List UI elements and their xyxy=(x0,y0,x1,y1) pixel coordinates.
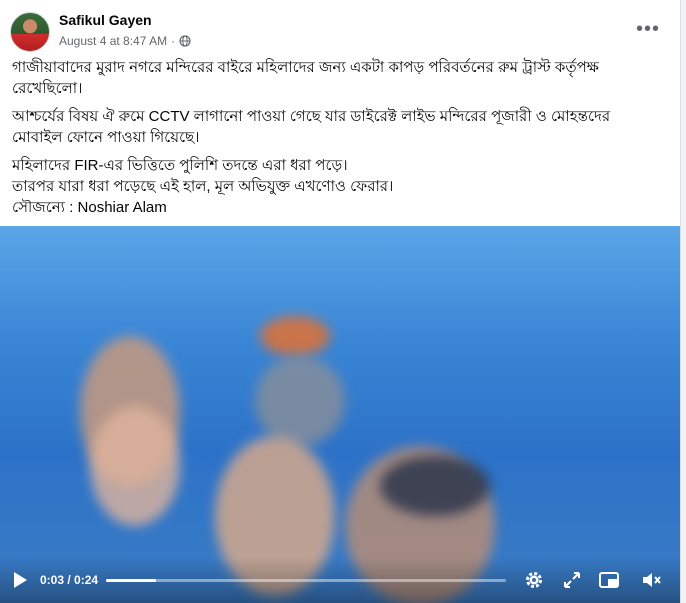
picture-in-picture-icon[interactable] xyxy=(598,569,620,591)
post-header: Safikul Gayen August 4 at 8:47 AM · ••• xyxy=(10,10,670,54)
video-frame-figure xyxy=(255,356,345,446)
paragraph-3-line-3: সৌজন্যে : Noshiar Alam xyxy=(12,199,167,216)
video-frame-figure xyxy=(260,316,330,356)
post-card: Safikul Gayen August 4 at 8:47 AM · ••• … xyxy=(0,0,681,603)
paragraph-3: মহিলাদের FIR-এর ভিত্তিতে পুলিশি তদন্তে এ… xyxy=(12,155,668,218)
video-frame-figure xyxy=(90,406,180,526)
video-time: 0:03 / 0:24 xyxy=(40,573,99,587)
author-name[interactable]: Safikul Gayen xyxy=(59,12,152,28)
mute-icon[interactable] xyxy=(640,569,662,591)
video-progress-fill xyxy=(106,579,156,582)
paragraph-2: আশ্চর্যের বিষয় ঐ রুমে CCTV লাগানো পাওয়… xyxy=(12,106,668,148)
video-player[interactable]: 0:03 / 0:24 xyxy=(0,226,680,603)
paragraph-1-line-2: রেখেছিলো। xyxy=(12,80,83,97)
paragraph-2-line-2: মোবাইল ফোনে পাওয়া গিয়েছে। xyxy=(12,129,200,146)
globe-icon[interactable] xyxy=(179,35,191,47)
paragraph-3-line-2: তারপর যারা ধরা পড়েছে এই হাল, মূল অভিযুক… xyxy=(12,178,394,195)
video-controls: 0:03 / 0:24 xyxy=(0,557,680,603)
settings-icon[interactable] xyxy=(523,569,545,591)
play-icon[interactable] xyxy=(12,571,28,589)
paragraph-2-line-1: আশ্চর্যের বিষয় ঐ রুমে CCTV লাগানো পাওয়… xyxy=(12,108,611,125)
video-frame-figure xyxy=(380,456,490,516)
meta-separator: · xyxy=(171,34,176,48)
paragraph-3-line-1: মহিলাদের FIR-এর ভিত্তিতে পুলিশি তদন্তে এ… xyxy=(12,157,348,174)
post-text: গাজীয়াবাদের মুরাদ নগরে মন্দিরের বাইরে ম… xyxy=(12,57,668,225)
paragraph-1: গাজীয়াবাদের মুরাদ নগরে মন্দিরের বাইরে ম… xyxy=(12,57,668,99)
paragraph-1-line-1: গাজীয়াবাদের মুরাদ নগরে মন্দিরের বাইরে ম… xyxy=(12,59,599,76)
avatar[interactable] xyxy=(10,12,50,52)
timestamp[interactable]: August 4 at 8:47 AM xyxy=(59,34,167,48)
more-options-icon[interactable]: ••• xyxy=(636,18,660,41)
video-progress-bar[interactable] xyxy=(106,579,506,582)
post-meta: August 4 at 8:47 AM · xyxy=(59,34,191,48)
fullscreen-icon[interactable] xyxy=(561,569,583,591)
